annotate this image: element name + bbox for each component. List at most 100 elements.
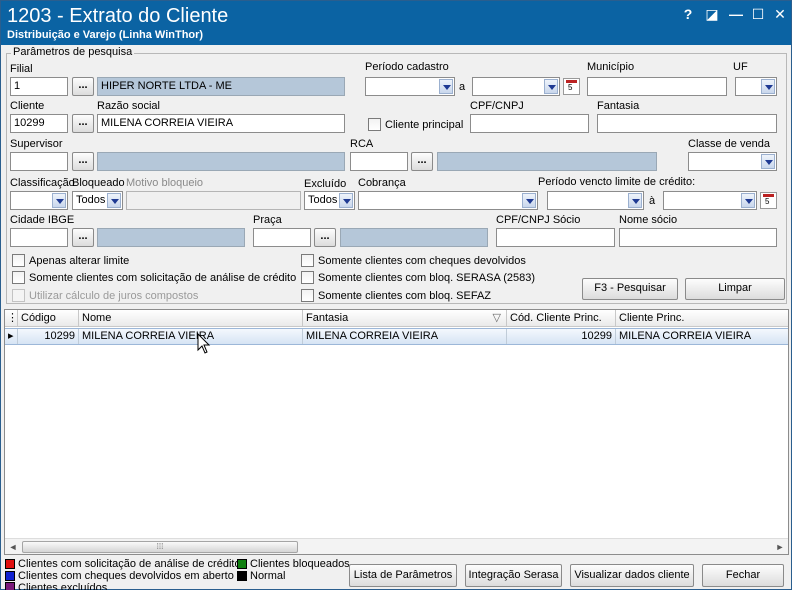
calendar-icon[interactable] bbox=[563, 78, 580, 95]
scrollbar-thumb[interactable]: ⁞⁞⁞ bbox=[22, 541, 298, 553]
rca-name-field bbox=[437, 152, 657, 171]
filial-field[interactable]: 1 bbox=[10, 77, 68, 96]
bloqueado-select[interactable]: Todos bbox=[72, 191, 123, 210]
solicitacao-analise-checkbox[interactable]: Somente clientes com solicitação de anál… bbox=[12, 271, 296, 284]
legend-bloqueados-label: Clientes bloqueados bbox=[250, 558, 350, 570]
checkbox-box[interactable] bbox=[301, 289, 314, 302]
cobranca-select[interactable] bbox=[358, 191, 538, 210]
cidade-ibge-search-button[interactable]: ... bbox=[72, 228, 94, 247]
apenas-alterar-limite-checkbox[interactable]: Apenas alterar limite bbox=[12, 254, 129, 267]
calendar-icon[interactable] bbox=[760, 192, 777, 209]
praca-search-button[interactable]: ... bbox=[314, 228, 336, 247]
checkbox-box[interactable] bbox=[301, 271, 314, 284]
column-header-nome[interactable]: Nome bbox=[79, 310, 303, 327]
horizontal-scrollbar[interactable]: ◄ ⁞⁞⁞ ► bbox=[5, 538, 788, 554]
cell-fantasia[interactable]: MILENA CORREIA VIEIRA bbox=[303, 329, 507, 344]
cheques-devolvidos-checkbox[interactable]: Somente clientes com cheques devolvidos bbox=[301, 254, 526, 267]
cell-cliente-princ[interactable]: MILENA CORREIA VIEIRA bbox=[616, 329, 788, 344]
chevron-down-icon[interactable] bbox=[339, 193, 353, 208]
cpf-cnpj-label: CPF/CNPJ bbox=[470, 100, 524, 112]
cell-nome[interactable]: MILENA CORREIA VIEIRA bbox=[79, 329, 303, 344]
nome-socio-field[interactable] bbox=[619, 228, 777, 247]
scroll-right-icon[interactable]: ► bbox=[772, 539, 788, 555]
limpar-button[interactable]: Limpar bbox=[685, 278, 785, 300]
municipio-label: Município bbox=[587, 61, 635, 73]
uf-select[interactable] bbox=[735, 77, 777, 96]
column-header-cod-cliente-princ[interactable]: Cód. Cliente Princ. bbox=[507, 310, 616, 327]
praca-field[interactable] bbox=[253, 228, 311, 247]
bloq-serasa-checkbox[interactable]: Somente clientes com bloq. SERASA (2583) bbox=[301, 271, 535, 284]
classe-venda-select[interactable] bbox=[688, 152, 777, 171]
filial-search-button[interactable]: ... bbox=[72, 77, 94, 96]
help-icon[interactable]: ? bbox=[679, 5, 697, 23]
filter-icon[interactable]: ▽ bbox=[493, 310, 501, 326]
fechar-button[interactable]: Fechar bbox=[702, 564, 784, 587]
rca-search-button[interactable]: ... bbox=[411, 152, 433, 171]
razao-social-field[interactable]: MILENA CORREIA VIEIRA bbox=[97, 114, 345, 133]
chevron-down-icon[interactable] bbox=[544, 79, 558, 94]
window-subtitle: Distribuição e Varejo (Linha WinThor) bbox=[7, 29, 204, 41]
column-header-cliente-princ[interactable]: Cliente Princ. bbox=[616, 310, 788, 327]
municipio-field[interactable] bbox=[587, 77, 727, 96]
rca-field[interactable] bbox=[350, 152, 408, 171]
bloqueado-value: Todos bbox=[76, 194, 106, 206]
pesquisar-button[interactable]: F3 - Pesquisar bbox=[582, 278, 678, 300]
column-header-codigo[interactable]: Código bbox=[18, 310, 79, 327]
restore-icon[interactable]: ◪ bbox=[703, 5, 721, 23]
motivo-bloqueio-label: Motivo bloqueio bbox=[126, 177, 204, 189]
cliente-principal-label: Cliente principal bbox=[385, 118, 464, 131]
checkbox-box[interactable] bbox=[12, 254, 25, 267]
cidade-ibge-field[interactable] bbox=[10, 228, 68, 247]
cobranca-label: Cobrança bbox=[358, 177, 406, 189]
integracao-serasa-button[interactable]: Integração Serasa bbox=[465, 564, 562, 587]
periodo-vencto-start-date[interactable] bbox=[547, 191, 644, 210]
close-icon[interactable]: ✕ bbox=[771, 5, 789, 23]
scroll-left-icon[interactable]: ◄ bbox=[5, 539, 21, 555]
checkbox-box[interactable] bbox=[301, 254, 314, 267]
periodo-cadastro-start-date[interactable] bbox=[365, 77, 455, 96]
periodo-cadastro-end-date[interactable] bbox=[472, 77, 560, 96]
chevron-down-icon[interactable] bbox=[628, 193, 642, 208]
checkbox-box bbox=[12, 289, 25, 302]
cell-cod-cliente-princ[interactable]: 10299 bbox=[507, 329, 616, 344]
juros-compostos-label: Utilizar cálculo de juros compostos bbox=[29, 289, 199, 302]
table-row[interactable]: ▸ 10299 MILENA CORREIA VIEIRA MILENA COR… bbox=[5, 328, 788, 345]
classificacao-select[interactable] bbox=[10, 191, 68, 210]
visualizar-dados-cliente-button[interactable]: Visualizar dados cliente bbox=[570, 564, 694, 587]
supervisor-field[interactable] bbox=[10, 152, 68, 171]
lista-parametros-button[interactable]: Lista de Parâmetros bbox=[349, 564, 457, 587]
excluido-select[interactable]: Todos bbox=[304, 191, 355, 210]
checkbox-box[interactable] bbox=[12, 271, 25, 284]
legend-analise-credito: Clientes com solicitação de análise de c… bbox=[5, 558, 241, 570]
chevron-down-icon[interactable] bbox=[741, 193, 755, 208]
chevron-down-icon[interactable] bbox=[522, 193, 536, 208]
razao-social-label: Razão social bbox=[97, 100, 160, 112]
filial-label: Filial bbox=[10, 63, 33, 75]
cpf-cnpj-field[interactable] bbox=[470, 114, 589, 133]
periodo-vencto-end-date[interactable] bbox=[663, 191, 757, 210]
cell-codigo[interactable]: 10299 bbox=[18, 329, 79, 344]
fantasia-field[interactable] bbox=[597, 114, 777, 133]
minimize-icon[interactable]: — bbox=[727, 5, 745, 23]
chevron-down-icon[interactable] bbox=[107, 193, 121, 208]
supervisor-label: Supervisor bbox=[10, 138, 63, 150]
chevron-down-icon[interactable] bbox=[761, 154, 775, 169]
supervisor-name-field bbox=[97, 152, 345, 171]
maximize-icon[interactable]: ☐ bbox=[749, 5, 767, 23]
column-chooser-icon[interactable]: ⋮ bbox=[5, 310, 18, 327]
cliente-field[interactable]: 10299 bbox=[10, 114, 68, 133]
bloq-serasa-label: Somente clientes com bloq. SERASA (2583) bbox=[318, 271, 536, 284]
chevron-down-icon[interactable] bbox=[439, 79, 453, 94]
title-bar[interactable]: 1203 - Extrato do Cliente Distribuição e… bbox=[1, 1, 791, 45]
chevron-down-icon[interactable] bbox=[52, 193, 66, 208]
cpf-cnpj-socio-field[interactable] bbox=[496, 228, 615, 247]
bloq-sefaz-checkbox[interactable]: Somente clientes com bloq. SEFAZ bbox=[301, 289, 491, 302]
checkbox-box[interactable] bbox=[368, 118, 381, 131]
cliente-principal-checkbox[interactable]: Cliente principal bbox=[368, 118, 463, 131]
legend-swatch-blue bbox=[5, 571, 15, 581]
chevron-down-icon[interactable] bbox=[761, 79, 775, 94]
results-grid[interactable]: ⋮ Código Nome Fantasia ▽ Cód. Cliente Pri… bbox=[4, 309, 789, 555]
supervisor-search-button[interactable]: ... bbox=[72, 152, 94, 171]
cliente-search-button[interactable]: ... bbox=[72, 114, 94, 133]
column-header-fantasia[interactable]: Fantasia ▽ bbox=[303, 310, 507, 327]
